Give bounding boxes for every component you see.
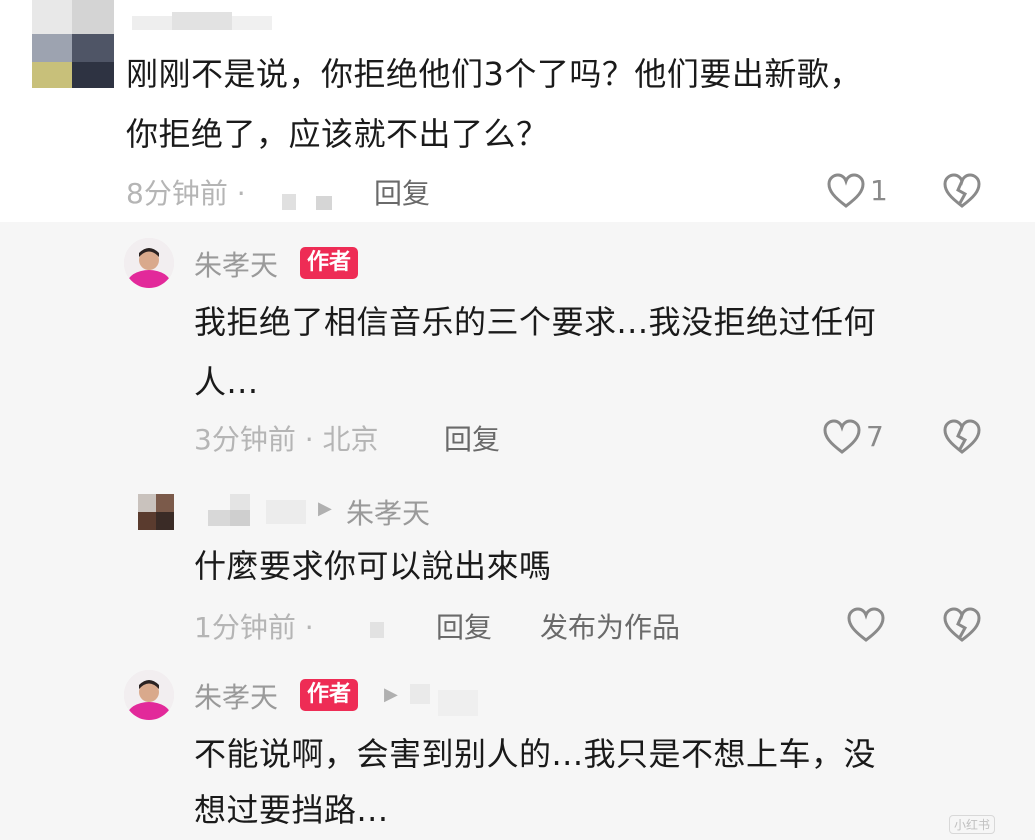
- location-blurred: [370, 622, 384, 638]
- reply-button[interactable]: 回复: [374, 172, 430, 212]
- author-name[interactable]: 朱孝天: [194, 676, 278, 716]
- author-badge: 作者: [300, 247, 359, 279]
- comment-time: 8分钟前 ·: [126, 177, 246, 210]
- like-count: 1: [870, 174, 888, 207]
- reply-button[interactable]: 回复: [444, 418, 500, 458]
- heart-outline-icon[interactable]: [822, 418, 862, 458]
- author-avatar[interactable]: [124, 670, 174, 720]
- reply-text-line2: 想过要挡路...: [194, 791, 389, 829]
- reply-text: 什麼要求你可以說出來嗎: [194, 547, 552, 585]
- broken-heart-icon[interactable]: [942, 606, 982, 646]
- commenter-avatar[interactable]: [32, 0, 114, 88]
- heart-outline-icon[interactable]: [826, 172, 866, 212]
- author-badge: 作者: [300, 679, 359, 711]
- reply-target-blurred: [438, 690, 478, 716]
- reply-time: 1分钟前 ·: [194, 611, 314, 644]
- watermark: 小红书: [948, 815, 995, 834]
- location-blurred: [316, 196, 332, 210]
- like-count: 7: [866, 420, 884, 453]
- reply-text-line2: 人...: [194, 363, 259, 401]
- author-avatar[interactable]: [124, 238, 174, 288]
- reply-target-name[interactable]: 朱孝天: [346, 492, 430, 532]
- reply-time-location: 3分钟前 · 北京: [194, 423, 379, 456]
- comment-text-line1: 刚刚不是说，你拒绝他们3个了吗？他们要出新歌，: [126, 55, 862, 93]
- broken-heart-icon[interactable]: [942, 418, 982, 458]
- heart-outline-icon[interactable]: [846, 606, 886, 646]
- commenter-username-blurred: [132, 12, 282, 32]
- replier-avatar[interactable]: [138, 494, 174, 530]
- location-blurred: [282, 194, 296, 210]
- author-name[interactable]: 朱孝天: [194, 244, 278, 284]
- reply-text-line1: 我拒绝了相信音乐的三个要求...我没拒绝过任何: [194, 303, 877, 341]
- publish-as-work-button[interactable]: 发布为作品: [540, 606, 680, 646]
- replier-username-blurred: [208, 494, 308, 528]
- play-arrow-icon: ▶: [384, 684, 398, 705]
- reply-target-blurred: [410, 684, 430, 704]
- comment-text-line2: 你拒绝了，应该就不出了么？: [126, 115, 549, 153]
- reply-button[interactable]: 回复: [436, 606, 492, 646]
- broken-heart-icon[interactable]: [942, 172, 982, 212]
- reply-text-line1: 不能说啊，会害到别人的...我只是不想上车，没: [194, 735, 877, 773]
- play-arrow-icon: ▶: [318, 498, 332, 519]
